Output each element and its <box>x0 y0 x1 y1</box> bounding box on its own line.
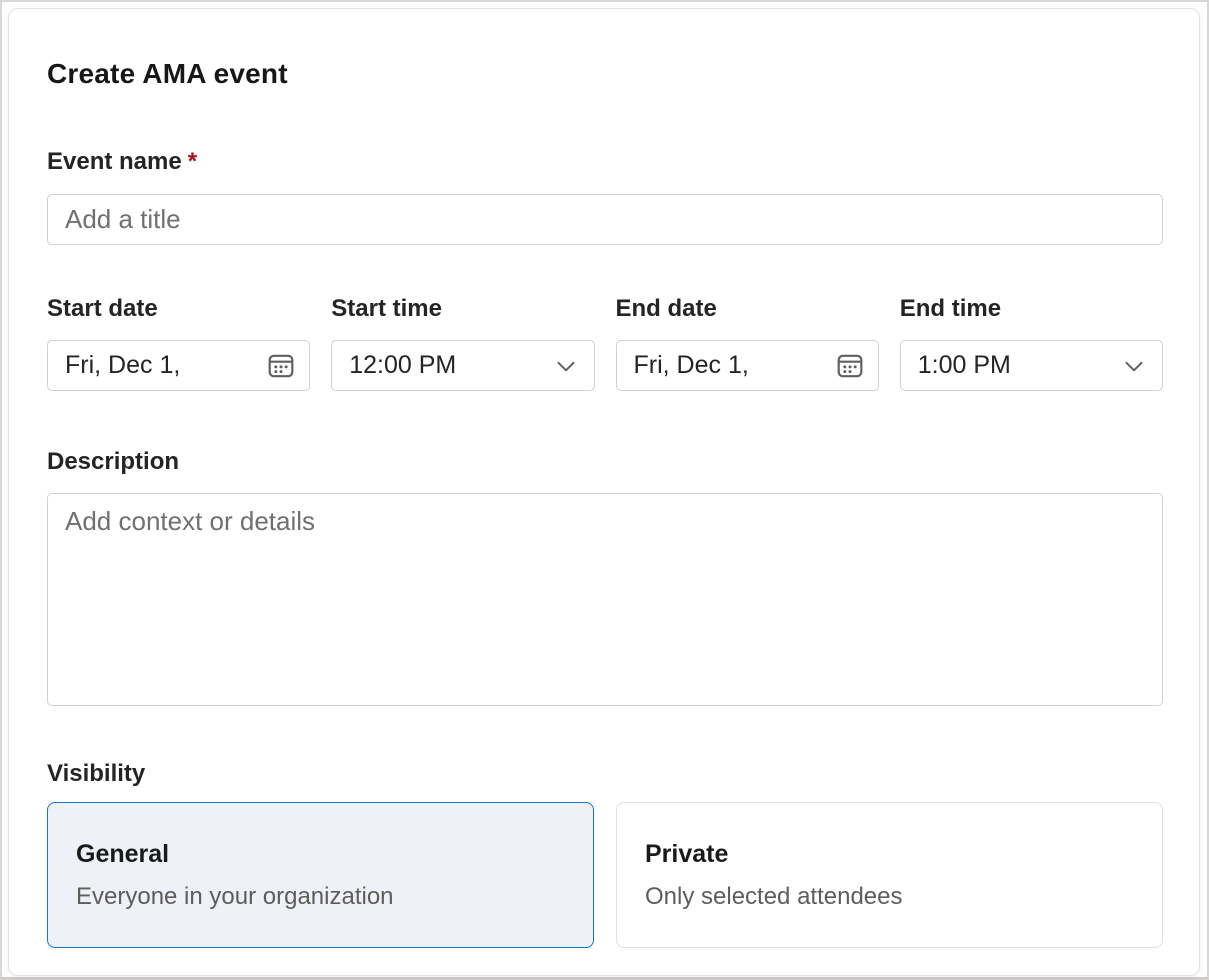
description-textarea[interactable] <box>47 493 1163 706</box>
end-date-label: End date <box>616 295 879 323</box>
end-date-picker[interactable]: Fri, Dec 1, <box>616 340 879 391</box>
start-date-value: Fri, Dec 1, <box>65 351 180 380</box>
description-label: Description <box>47 448 1161 476</box>
start-time-column: Start time 12:00 PM <box>331 295 594 391</box>
page-title: Create AMA event <box>47 58 1161 90</box>
visibility-option-subtitle: Only selected attendees <box>645 883 1162 911</box>
end-time-value: 1:00 PM <box>918 351 1011 380</box>
visibility-options: General Everyone in your organization Pr… <box>47 802 1163 948</box>
visibility-option-private[interactable]: Private Only selected attendees <box>616 802 1163 948</box>
start-date-column: Start date Fri, Dec 1, <box>47 295 310 391</box>
visibility-option-subtitle: Everyone in your organization <box>76 883 593 911</box>
screen: Create AMA event Event name* Start date … <box>0 0 1209 980</box>
start-time-value: 12:00 PM <box>349 351 456 380</box>
end-time-label: End time <box>900 295 1163 323</box>
end-date-value: Fri, Dec 1, <box>634 351 749 380</box>
chevron-down-icon[interactable] <box>1120 352 1148 380</box>
end-date-column: End date Fri, Dec 1, <box>616 295 879 391</box>
create-ama-event-dialog: Create AMA event Event name* Start date … <box>8 8 1200 976</box>
start-time-label: Start time <box>331 295 594 323</box>
required-asterisk: * <box>188 148 197 175</box>
visibility-option-general[interactable]: General Everyone in your organization <box>47 802 594 948</box>
end-time-dropdown[interactable]: 1:00 PM <box>900 340 1163 391</box>
start-time-dropdown[interactable]: 12:00 PM <box>331 340 594 391</box>
visibility-option-title: General <box>76 840 593 869</box>
calendar-icon[interactable] <box>836 352 864 380</box>
visibility-label: Visibility <box>47 760 1161 788</box>
event-name-input[interactable] <box>47 194 1163 245</box>
start-date-label: Start date <box>47 295 310 323</box>
schedule-row: Start date Fri, Dec 1, <box>47 295 1163 391</box>
event-name-label: Event name <box>47 148 182 175</box>
visibility-option-title: Private <box>645 840 1162 869</box>
end-time-column: End time 1:00 PM <box>900 295 1163 391</box>
start-date-picker[interactable]: Fri, Dec 1, <box>47 340 310 391</box>
calendar-icon[interactable] <box>267 352 295 380</box>
event-name-label-row: Event name* <box>47 148 1161 176</box>
chevron-down-icon[interactable] <box>552 352 580 380</box>
